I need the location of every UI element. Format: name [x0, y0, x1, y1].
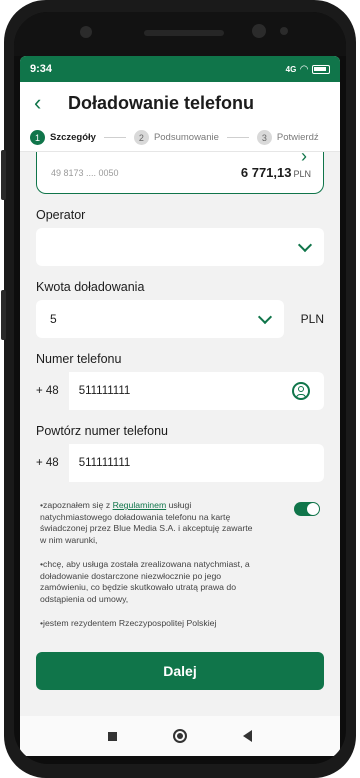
consent-resident: •jestem rezydentem Rzeczypospolitej Pols… — [36, 618, 324, 630]
step-divider — [226, 137, 249, 138]
chevron-down-icon — [297, 237, 313, 252]
consent-immediate-text: •chcę, aby usługa została zrealizowana n… — [40, 558, 250, 605]
account-selector[interactable]: › 49 8173 .... 0050 6 771,13 PLN — [36, 146, 324, 194]
status-bar: 9:34 4G ◠ — [20, 56, 340, 82]
phone-repeat-input[interactable]: + 48 511111111 — [36, 444, 324, 482]
balance-value: 6 771,13 — [240, 165, 292, 180]
recent-apps-icon[interactable] — [108, 731, 117, 741]
amount-label: Kwota doładowania — [36, 280, 145, 294]
contact-icon[interactable] — [292, 382, 310, 400]
consent-toggle[interactable] — [294, 502, 320, 516]
phone-body: 9:34 4G ◠ ‹ Doładowanie telefonu 1 Szcze… — [14, 12, 346, 764]
step-confirm: 3 Potwierdź — [256, 130, 319, 145]
next-button[interactable]: Dalej — [36, 652, 324, 690]
step-label: Szczegóły — [50, 132, 96, 143]
step-divider — [103, 137, 126, 138]
operator-label: Operator — [36, 208, 86, 222]
amount-currency: PLN — [300, 312, 324, 326]
system-navbar — [20, 716, 340, 756]
consent-terms: •zapoznałem się z Regulaminem usługi nat… — [36, 500, 324, 547]
step-number: 3 — [256, 130, 272, 145]
consent-terms-before: •zapoznałem się z — [40, 500, 113, 510]
home-icon[interactable] — [173, 729, 187, 743]
phone-repeat-prefix: + 48 — [36, 444, 69, 482]
consent-immediate: •chcę, aby usługa została zrealizowana n… — [36, 559, 324, 606]
page-title: Doładowanie telefonu — [68, 92, 255, 113]
sensor-small — [280, 27, 288, 35]
header: ‹ Doładowanie telefonu — [20, 82, 340, 124]
operator-select[interactable] — [36, 228, 324, 266]
wifi-icon: ◠ — [300, 63, 308, 75]
signal-icon: 4G — [285, 64, 297, 74]
camera-area — [14, 12, 346, 56]
phone-input[interactable]: + 48 511111111 — [36, 372, 324, 410]
chevron-down-icon — [257, 309, 273, 324]
app-screen: 9:34 4G ◠ ‹ Doładowanie telefonu 1 Szcze… — [20, 56, 340, 716]
chevron-right-icon[interactable]: › — [301, 146, 307, 167]
stepper: 1 Szczegóły 2 Podsumowanie 3 Potwierdź — [20, 124, 340, 152]
step-details: 1 Szczegóły — [30, 130, 96, 145]
phone-prefix: + 48 — [36, 372, 69, 410]
power-button — [1, 290, 6, 340]
consent-resident-text: •jestem rezydentem Rzeczypospolitej Pols… — [40, 617, 217, 628]
form-content: › 49 8173 .... 0050 6 771,13 PLN Operator… — [20, 146, 340, 716]
volume-button — [1, 150, 6, 200]
phone-repeat-value[interactable]: 511111111 — [69, 457, 310, 469]
status-time: 9:34 — [30, 63, 53, 75]
phone-frame: 9:34 4G ◠ ‹ Doładowanie telefonu 1 Szcze… — [1, 0, 356, 778]
sensor — [252, 24, 266, 38]
phone-value[interactable]: 511111111 — [69, 385, 292, 397]
phone-label: Numer telefonu — [36, 352, 122, 366]
battery-icon — [312, 64, 330, 74]
balance-currency: PLN — [293, 169, 311, 179]
terms-link[interactable]: Regulaminem — [113, 500, 167, 510]
step-label: Potwierdź — [276, 132, 319, 143]
consent-terms-text: •zapoznałem się z Regulaminem usługi nat… — [36, 500, 256, 547]
step-number: 2 — [133, 130, 149, 145]
account-number: 49 8173 .... 0050 — [51, 167, 119, 178]
chevron-left-icon[interactable]: ‹ — [34, 92, 58, 114]
step-summary: 2 Podsumowanie — [133, 130, 219, 145]
status-icons: 4G ◠ — [286, 64, 330, 75]
amount-select[interactable]: 5 — [36, 300, 284, 338]
consents: •zapoznałem się z Regulaminem usługi nat… — [36, 500, 324, 630]
amount-value: 5 — [50, 312, 57, 326]
speaker — [144, 30, 224, 36]
step-label: Podsumowanie — [153, 132, 219, 143]
back-icon[interactable] — [243, 730, 252, 742]
account-balance: 6 771,13 PLN — [241, 165, 311, 180]
step-number: 1 — [30, 130, 45, 145]
front-camera — [80, 26, 92, 38]
amount-row: 5 PLN — [36, 300, 324, 338]
phone-repeat-label: Powtórz numer telefonu — [36, 424, 169, 438]
